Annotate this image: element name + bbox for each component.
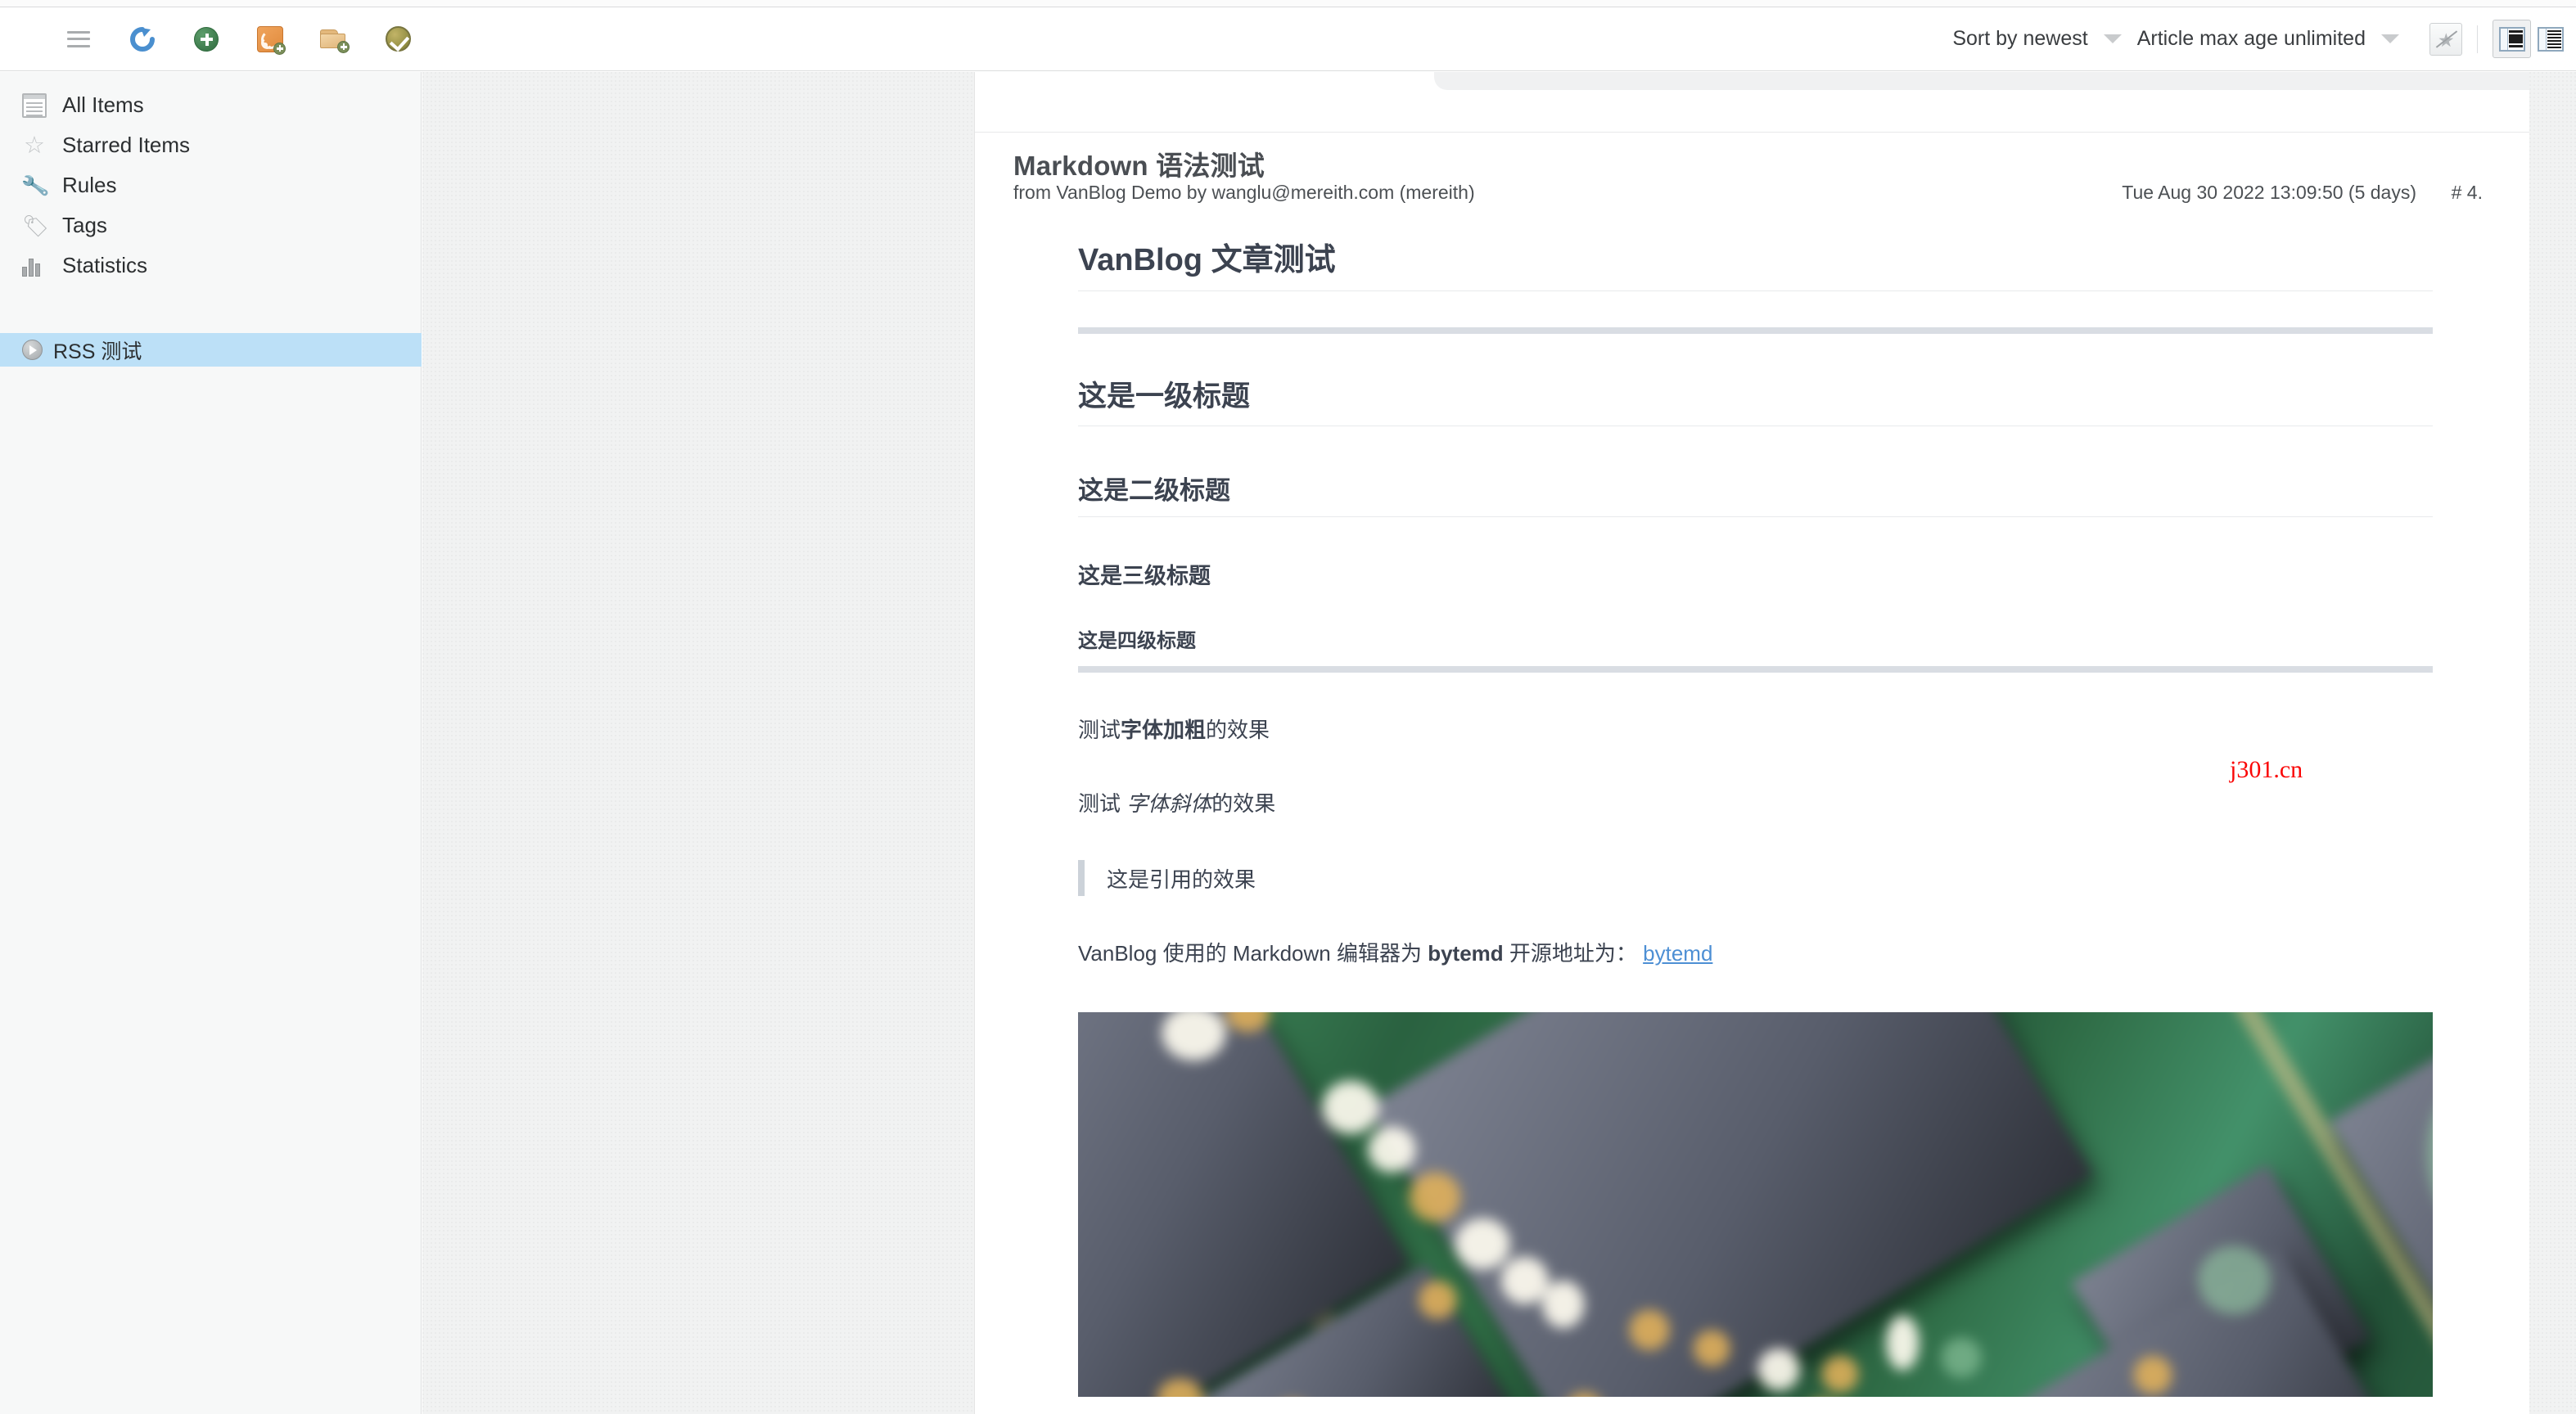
bold-text-prefix: 测试	[1078, 718, 1121, 742]
bytemd-link[interactable]: bytemd	[1643, 941, 1712, 966]
article-number: # 4.	[2451, 182, 2483, 203]
markdown-horizontal-rule-2	[1078, 666, 2433, 673]
add-feed-button[interactable]	[250, 20, 290, 59]
check-circle-icon	[385, 26, 411, 52]
hamburger-icon	[67, 30, 90, 47]
sidebar-item-statistics[interactable]: Statistics	[0, 245, 421, 286]
circuit-board-photo	[1078, 1012, 2433, 1398]
bold-text-suffix: 的效果	[1206, 718, 1270, 742]
sidebar-feed-label: RSS 测试	[53, 340, 142, 363]
watermark-text: j301.cn	[2230, 756, 2303, 783]
previous-article-stub[interactable]	[975, 72, 2529, 133]
add-button[interactable]	[187, 20, 226, 59]
sort-chevron-down-icon[interactable]	[2101, 28, 2124, 51]
markdown-heading-level-1: 这是一级标题	[1078, 373, 2433, 426]
menu-toggle-button[interactable]	[59, 20, 98, 59]
main-toolbar: Sort by newest Article max age unlimited…	[0, 7, 2576, 71]
list-icon	[22, 92, 47, 118]
italic-text-prefix: 测试	[1078, 790, 1127, 816]
italic-text-suffix: 的效果	[1211, 790, 1276, 816]
italic-text-em: 字体斜体	[1126, 790, 1212, 816]
article-body: VanBlog 文章测试 这是一级标题 这是二级标题 这是三级标题 这是四级标题…	[1078, 234, 2433, 1398]
article-header: Markdown 语法测试 from VanBlog Demo by wangl…	[975, 133, 2529, 203]
editor-text-strong: bytemd	[1428, 941, 1504, 966]
max-age-dropdown-label[interactable]: Article max age unlimited	[2137, 27, 2366, 51]
layout-horizontal-button[interactable]	[2531, 20, 2569, 58]
sidebar-item-label: Statistics	[62, 253, 148, 277]
article-tab-shade	[1434, 72, 2529, 90]
star-icon: ☆	[24, 132, 45, 159]
sidebar-item-tags[interactable]: 🏷 Tags	[0, 205, 421, 245]
toolbar-divider	[2477, 25, 2478, 53]
bar-chart-icon	[22, 255, 47, 277]
article-content-panel[interactable]: Markdown 语法测试 from VanBlog Demo by wangl…	[975, 72, 2529, 1414]
markdown-heading-level-3: 这是三级标题	[1078, 564, 1211, 588]
blockquote-text: 这是引用的效果	[1107, 867, 1256, 892]
markdown-bold-paragraph: 测试字体加粗的效果	[1078, 715, 2433, 746]
article-source-line: from VanBlog Demo by wanglu@mereith.com …	[1013, 182, 1475, 203]
max-age-chevron-down-icon[interactable]	[2379, 28, 2402, 51]
markdown-italic-paragraph: 测试 字体斜体的效果	[1078, 789, 2433, 820]
wrench-icon: 🔧	[20, 170, 51, 200]
sidebar-item-label: Rules	[62, 173, 117, 197]
sidebar-item-label: All Items	[62, 92, 144, 117]
rss-add-icon	[257, 25, 286, 55]
markdown-heading-level-4: 这是四级标题	[1078, 630, 1196, 652]
article-list-panel[interactable]	[422, 72, 975, 1414]
plus-circle-icon	[194, 26, 219, 52]
feed-icon	[22, 340, 43, 360]
mark-all-read-button[interactable]	[378, 20, 417, 59]
markdown-heading-level-2: 这是二级标题	[1078, 470, 2433, 517]
markdown-h1: VanBlog 文章测试	[1078, 234, 2433, 291]
article-image	[1078, 1012, 2433, 1398]
tag-icon: 🏷	[22, 213, 50, 238]
article-title: Markdown 语法测试	[1013, 151, 1265, 181]
layout-horizontal-icon	[2537, 26, 2564, 52]
window-top-strip	[0, 0, 2576, 7]
sidebar-item-rules[interactable]: 🔧 Rules	[0, 165, 421, 205]
toolbar-right-group: Sort by newest Article max age unlimited…	[1952, 20, 2576, 58]
editor-text-prefix: VanBlog 使用的 Markdown 编辑器为	[1078, 941, 1428, 966]
sidebar-item-label: Tags	[62, 213, 107, 237]
folder-add-icon	[320, 28, 350, 53]
sort-dropdown-label[interactable]: Sort by newest	[1952, 27, 2087, 51]
sidebar: All Items ☆ Starred Items 🔧 Rules 🏷 Tags…	[0, 72, 422, 1414]
sidebar-item-starred-items[interactable]: ☆ Starred Items	[0, 125, 421, 165]
layout-vertical-icon	[2498, 26, 2525, 52]
markdown-editor-paragraph: VanBlog 使用的 Markdown 编辑器为 bytemd 开源地址为： …	[1078, 939, 2433, 970]
editor-text-mid: 开源地址为：	[1503, 941, 1637, 966]
bold-text-strong: 字体加粗	[1121, 718, 1207, 742]
article-date: Tue Aug 30 2022 13:09:50 (5 days)	[2122, 182, 2416, 203]
sidebar-feed-rss-test[interactable]: RSS 测试	[0, 333, 422, 367]
star-filter-button[interactable]: ★	[2429, 22, 2462, 56]
sidebar-item-all-items[interactable]: All Items	[0, 85, 421, 125]
layout-vertical-button[interactable]	[2493, 20, 2531, 58]
refresh-icon	[130, 26, 155, 52]
toolbar-left-group	[0, 20, 417, 59]
add-folder-button[interactable]	[314, 20, 354, 59]
refresh-button[interactable]	[123, 20, 162, 59]
markdown-horizontal-rule-1	[1078, 327, 2433, 334]
sidebar-item-label: Starred Items	[62, 133, 191, 157]
markdown-blockquote: 这是引用的效果	[1078, 860, 2433, 897]
right-gutter	[2529, 72, 2576, 1414]
